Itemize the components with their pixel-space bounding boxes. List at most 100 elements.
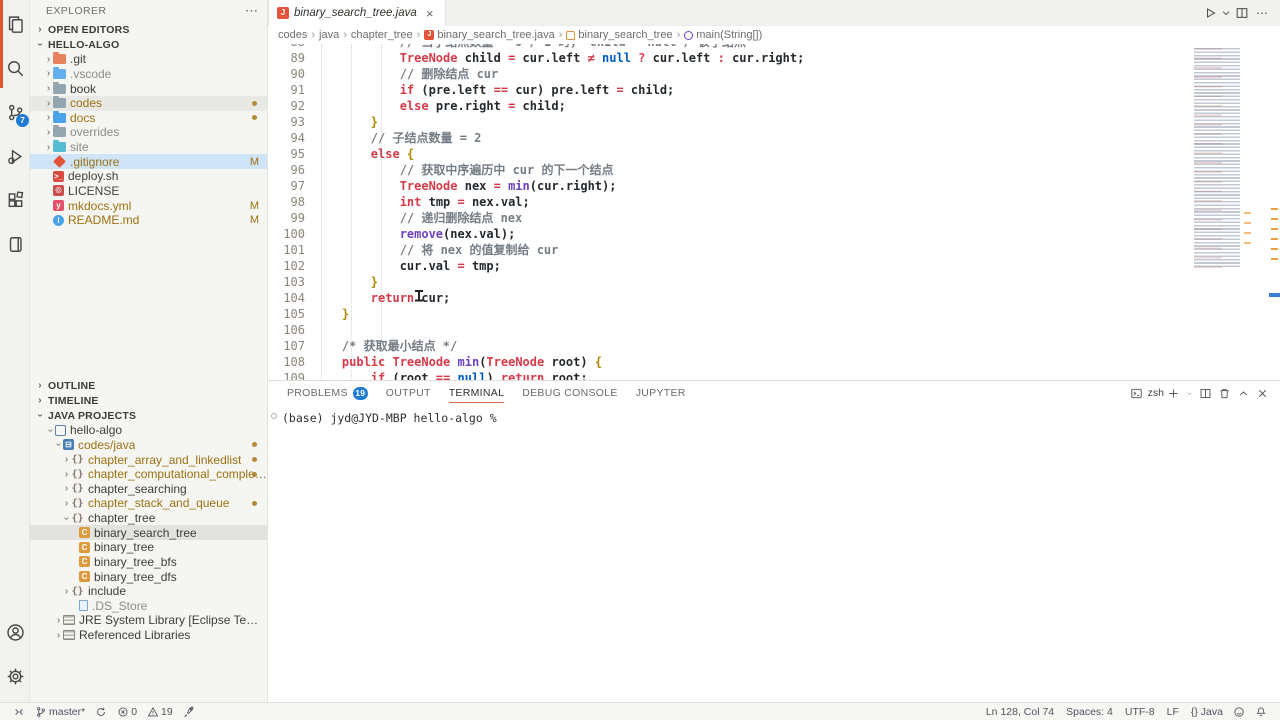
java-project-item[interactable]: Cbinary_tree <box>30 540 267 555</box>
settings-gear-icon[interactable] <box>0 654 30 698</box>
breadcrumb-item[interactable]: Jbinary_search_tree.java <box>424 29 554 41</box>
line-number[interactable]: 94 <box>268 130 305 146</box>
code-line[interactable]: 108public TreeNode min(TreeNode root) { <box>268 354 1280 370</box>
terminal-dropdown-chevron-icon[interactable] <box>1183 382 1196 404</box>
panel-tab-output[interactable]: OUTPUT <box>377 381 440 405</box>
line-number[interactable]: 99 <box>268 210 305 226</box>
remote-indicator[interactable] <box>8 703 30 720</box>
java-project-item[interactable]: ›{}chapter_tree <box>30 511 267 526</box>
explorer-item[interactable]: .gitignoreM <box>30 154 267 169</box>
more-actions-icon[interactable]: ⋯ <box>1252 2 1272 24</box>
git-branch-status[interactable]: master* <box>30 703 90 720</box>
code-line[interactable]: 103} <box>268 274 1280 290</box>
maximize-panel-chevron-icon[interactable] <box>1234 382 1253 404</box>
breadcrumb-item[interactable]: codes <box>278 29 307 41</box>
code-line[interactable]: 89TreeNode child = cur.left ≠ null ? cur… <box>268 50 1280 66</box>
more-actions-icon[interactable]: ⋯ <box>245 3 259 19</box>
sync-icon[interactable] <box>90 703 112 720</box>
error-count[interactable]: 0 <box>112 703 142 720</box>
java-project-item[interactable]: ›{}chapter_computational_complexity <box>30 467 267 482</box>
line-number[interactable]: 100 <box>268 226 305 242</box>
java-project-item[interactable]: Cbinary_search_tree <box>30 525 267 540</box>
terminal[interactable]: (base) jyd@JYD-MBP hello-algo % <box>268 411 1280 702</box>
java-project-item[interactable]: ›{}include <box>30 584 267 599</box>
code-line[interactable]: 94// 子结点数量 = 2 <box>268 130 1280 146</box>
java-project-item[interactable]: ›⊟codes/java <box>30 438 267 453</box>
breadcrumb-item[interactable]: main(String[]) <box>684 29 762 41</box>
run-dropdown-chevron-icon[interactable] <box>1220 2 1232 24</box>
search-icon[interactable] <box>0 46 30 90</box>
java-project-item[interactable]: ›hello-algo <box>30 423 267 438</box>
explorer-item[interactable]: ymkdocs.ymlM <box>30 198 267 213</box>
code-line[interactable]: 97TreeNode nex = min(cur.right); <box>268 178 1280 194</box>
section-timeline[interactable]: › TIMELINE <box>30 393 267 408</box>
split-terminal-icon[interactable] <box>1196 382 1215 404</box>
explorer-item[interactable]: ›.vscode <box>30 67 267 82</box>
java-project-item[interactable]: .DS_Store <box>30 599 267 614</box>
minimap[interactable] <box>1188 44 1252 274</box>
eol[interactable]: LF <box>1160 703 1184 720</box>
line-number[interactable]: 103 <box>268 274 305 290</box>
java-project-item[interactable]: ›{}chapter_searching <box>30 482 267 497</box>
code-line[interactable]: 109if (root == null) return root; <box>268 370 1280 380</box>
code-editor[interactable]: 88// 当子结点数量 = 0 / 1 时， child = null / 该子… <box>268 44 1280 380</box>
line-number[interactable]: 104 <box>268 290 305 306</box>
panel-tab-terminal[interactable]: TERMINAL <box>440 381 514 405</box>
notebook-icon[interactable] <box>0 222 30 266</box>
shell-label[interactable]: zsh <box>1148 387 1164 399</box>
terminal-shell-icon[interactable] <box>1127 382 1146 404</box>
encoding[interactable]: UTF-8 <box>1118 703 1160 720</box>
line-number[interactable]: 93 <box>268 114 305 130</box>
java-project-item[interactable]: ›Referenced Libraries <box>30 628 267 643</box>
new-terminal-icon[interactable] <box>1164 382 1183 404</box>
panel-tab-jupyter[interactable]: JUPYTER <box>627 381 695 405</box>
section-root-folder[interactable]: › HELLO-ALGO <box>30 37 267 52</box>
run-java-button[interactable] <box>1200 2 1220 24</box>
code-line[interactable]: 99// 递归删除结点 nex <box>268 210 1280 226</box>
close-panel-icon[interactable] <box>1253 382 1272 404</box>
code-line[interactable]: 100remove(nex.val); <box>268 226 1280 242</box>
line-number[interactable]: 96 <box>268 162 305 178</box>
breadcrumb-item[interactable]: java <box>319 29 339 41</box>
java-project-item[interactable]: Cbinary_tree_dfs <box>30 569 267 584</box>
explorer-item[interactable]: >_deploy.sh <box>30 169 267 184</box>
section-open-editors[interactable]: › OPEN EDITORS <box>30 22 267 37</box>
explorer-item[interactable]: ›overrides <box>30 125 267 140</box>
code-line[interactable]: 101// 将 nex 的值复制给 cur <box>268 242 1280 258</box>
java-project-item[interactable]: ›{}chapter_array_and_linkedlist <box>30 452 267 467</box>
explorer-item[interactable]: iREADME.mdM <box>30 213 267 228</box>
explorer-item[interactable]: ›.git <box>30 52 267 67</box>
explorer-icon[interactable] <box>0 2 30 46</box>
code-line[interactable]: 106 <box>268 322 1280 338</box>
breadcrumb-item[interactable]: binary_search_tree <box>566 29 672 41</box>
line-number[interactable]: 92 <box>268 98 305 114</box>
code-line[interactable]: 90// 删除结点 cur <box>268 66 1280 82</box>
explorer-item[interactable]: ›book <box>30 81 267 96</box>
line-number[interactable]: 106 <box>268 322 305 338</box>
warning-count[interactable]: 19 <box>142 703 178 720</box>
java-status-rocket-icon[interactable] <box>178 703 200 720</box>
line-number[interactable]: 102 <box>268 258 305 274</box>
cursor-position[interactable]: Ln 128, Col 74 <box>979 703 1059 720</box>
line-number[interactable]: 105 <box>268 306 305 322</box>
notifications-bell-icon[interactable] <box>1250 703 1272 720</box>
kill-terminal-trash-icon[interactable] <box>1215 382 1234 404</box>
code-line[interactable]: 107/* 获取最小结点 */ <box>268 338 1280 354</box>
line-number[interactable]: 91 <box>268 82 305 98</box>
language-mode[interactable]: {} Java <box>1184 703 1228 720</box>
code-line[interactable]: 91if (pre.left == cur) pre.left = child; <box>268 82 1280 98</box>
code-line[interactable]: 96// 获取中序遍历中 cur 的下一个结点 <box>268 162 1280 178</box>
code-line[interactable]: 93} <box>268 114 1280 130</box>
breadcrumb-item[interactable]: chapter_tree <box>351 29 413 41</box>
line-number[interactable]: 108 <box>268 354 305 370</box>
explorer-item[interactable]: ©LICENSE <box>30 184 267 199</box>
panel-tab-problems[interactable]: PROBLEMS19 <box>278 381 377 405</box>
explorer-item[interactable]: ›docs <box>30 111 267 126</box>
line-number[interactable]: 97 <box>268 178 305 194</box>
line-number[interactable]: 109 <box>268 370 305 380</box>
tab-binary-search-tree-java[interactable]: J binary_search_tree.java × <box>268 0 446 26</box>
section-java-projects[interactable]: › JAVA PROJECTS <box>30 408 267 423</box>
code-line[interactable]: 95else { <box>268 146 1280 162</box>
code-line[interactable]: 105} <box>268 306 1280 322</box>
java-project-item[interactable]: ›{}chapter_stack_and_queue <box>30 496 267 511</box>
